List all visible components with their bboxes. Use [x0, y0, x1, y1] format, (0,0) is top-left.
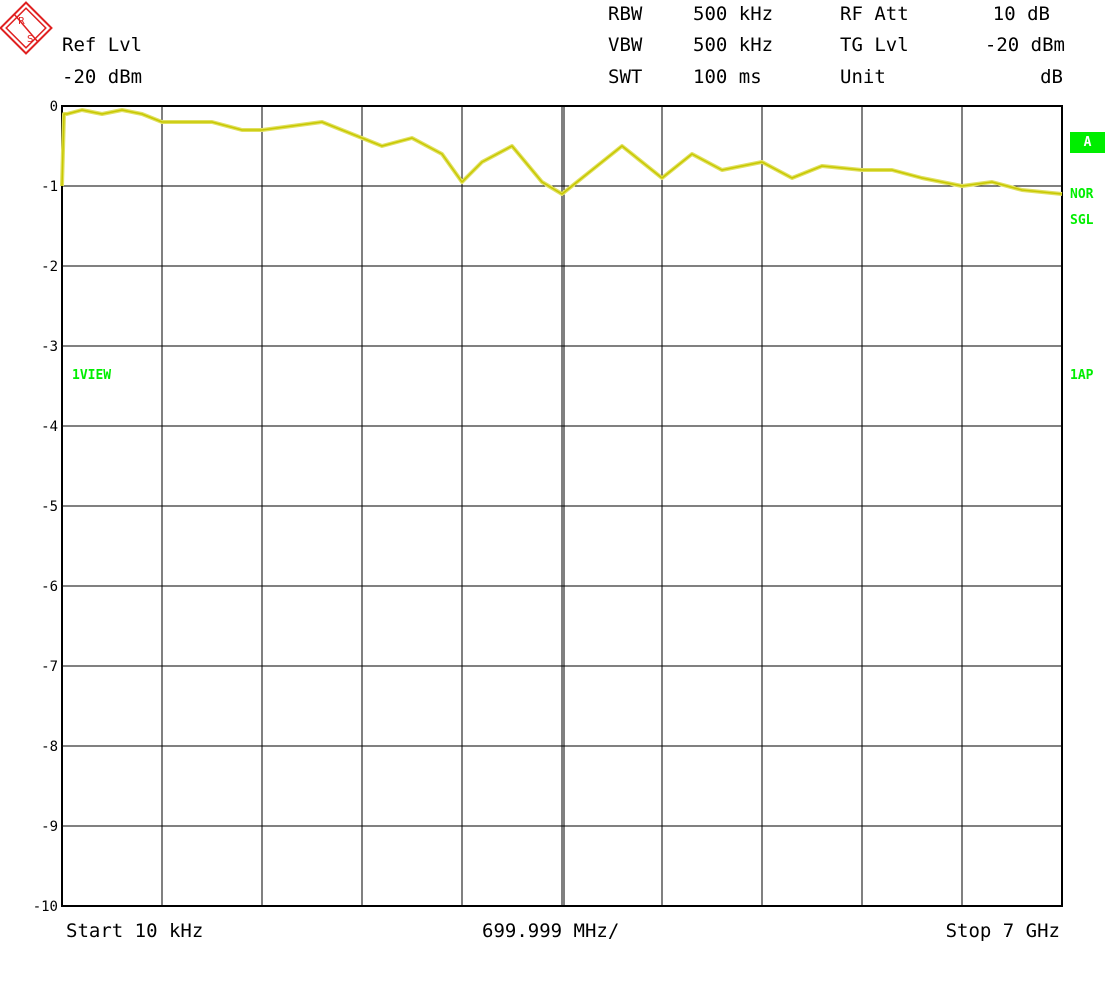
y-tick-label: -1 — [41, 179, 58, 195]
spectrum-plot: 0 -1 -2 -3 -4 -5 -6 -7 -8 -9 -10 — [33, 99, 1063, 915]
y-tick-label: -6 — [41, 579, 58, 595]
stop-frequency: Stop 7 GHz — [945, 920, 1060, 942]
trace-a-badge: A — [1070, 132, 1105, 153]
y-tick-label: -7 — [41, 659, 58, 675]
y-tick-label: -4 — [41, 419, 58, 435]
trace-mode-label: 1VIEW — [72, 368, 112, 383]
y-tick-label: -3 — [41, 339, 58, 355]
span-per-division: 699.999 MHz/ — [482, 920, 620, 942]
y-tick-label: -5 — [41, 499, 58, 515]
y-tick-label: -2 — [41, 259, 58, 275]
y-tick-label: -9 — [41, 819, 58, 835]
y-tick-label: -8 — [41, 739, 58, 755]
y-tick-label: 0 — [50, 99, 58, 115]
y-tick-label: -10 — [33, 899, 58, 915]
nor-indicator: NOR — [1070, 187, 1094, 202]
sgl-indicator: SGL — [1070, 213, 1094, 228]
start-frequency: Start 10 kHz — [66, 920, 204, 942]
detector-label: 1AP — [1070, 368, 1094, 383]
